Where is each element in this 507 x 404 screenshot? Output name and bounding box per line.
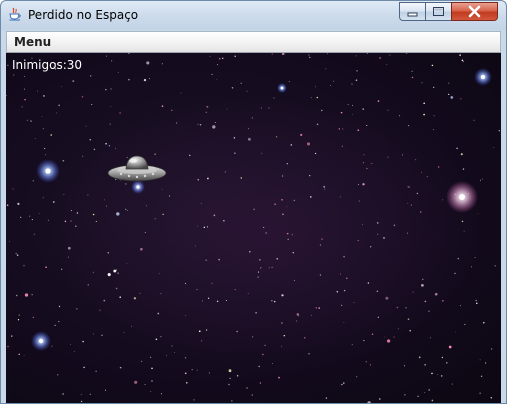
maximize-icon — [433, 7, 444, 16]
minimize-icon — [407, 12, 418, 17]
game-window: Perdido no Espaço Menu Inimigos:30 — [0, 0, 507, 404]
close-icon — [468, 5, 481, 18]
title-bar[interactable]: Perdido no Espaço — [1, 1, 506, 29]
menu-item-menu[interactable]: Menu — [11, 35, 54, 49]
menu-bar: Menu — [6, 31, 501, 53]
minimize-button[interactable] — [399, 2, 426, 21]
window-title: Perdido no Espaço — [28, 8, 139, 22]
starfield-background — [6, 53, 500, 403]
ufo-sprite[interactable] — [107, 153, 167, 187]
enemy-counter: Inimigos:30 — [12, 58, 83, 72]
game-canvas[interactable]: Inimigos:30 — [6, 53, 501, 403]
enemy-counter-value: 30 — [66, 58, 83, 72]
enemy-counter-label: Inimigos — [12, 58, 63, 72]
maximize-button[interactable] — [425, 2, 452, 21]
close-button[interactable] — [451, 2, 498, 21]
java-cup-icon[interactable] — [8, 7, 22, 22]
